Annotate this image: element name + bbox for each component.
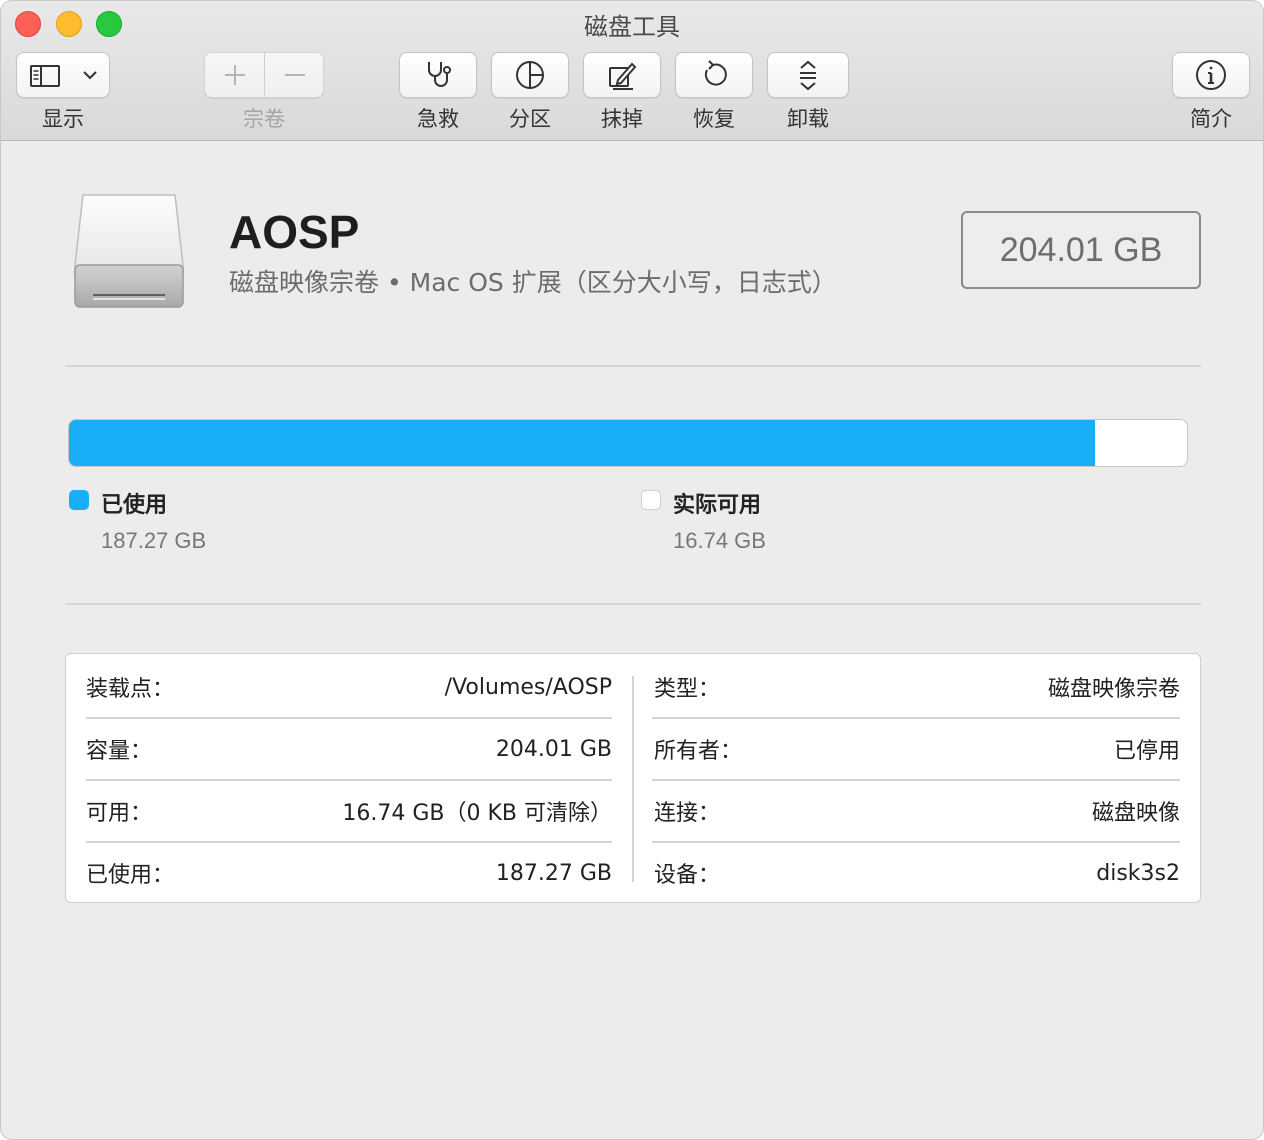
info-key: 设备： <box>654 863 721 888</box>
disk-utility-window: 磁盘工具 显示 宗卷 急救 分区 抹掉 恢复 卸载 简介 AOSP 磁盘映像宗卷… <box>0 0 1264 1140</box>
used-legend-label: 已使用 <box>101 493 168 518</box>
info-label: 简介 <box>1190 107 1232 131</box>
info-value: 204.01 GB <box>495 736 612 762</box>
info-key: 连接： <box>654 801 721 826</box>
info-value: disk3s2 <box>1096 860 1180 886</box>
chevron-down-icon <box>81 67 99 87</box>
partition-label: 分区 <box>509 107 551 131</box>
erase-label: 抹掉 <box>601 107 643 131</box>
info-value: 16.74 GB（0 KB 可清除） <box>342 801 612 826</box>
divider <box>65 365 1201 367</box>
info-row-type: 类型： 磁盘映像宗卷 <box>654 656 1180 718</box>
usage-bar-used-fill <box>69 420 1096 466</box>
info-key: 已使用： <box>86 863 175 888</box>
toolbar: 磁盘工具 显示 宗卷 急救 分区 抹掉 恢复 卸载 简介 <box>1 1 1263 141</box>
used-legend-value: 187.27 GB <box>101 528 207 553</box>
unmount-icon <box>800 60 816 91</box>
sidebar-icon <box>29 63 61 93</box>
unmount-button[interactable] <box>767 52 849 98</box>
view-button[interactable] <box>16 52 110 98</box>
restore-button[interactable] <box>675 52 753 98</box>
info-row-mount-point: 装载点： /Volumes/AOSP <box>86 656 612 718</box>
info-row-available: 可用： 16.74 GB（0 KB 可清除） <box>86 780 612 842</box>
volume-capacity-badge: 204.01 GB <box>961 211 1201 289</box>
info-value: 磁盘映像宗卷 <box>1047 677 1180 702</box>
info-value: /Volumes/AOSP <box>444 674 612 700</box>
info-row-device: 设备： disk3s2 <box>654 842 1180 904</box>
info-row-owners: 所有者： 已停用 <box>654 718 1180 780</box>
first-aid-label: 急救 <box>417 107 459 131</box>
volume-info-table: 装载点： /Volumes/AOSP 容量： 204.01 GB 可用： 16.… <box>65 653 1201 903</box>
external-drive-icon <box>73 191 185 311</box>
restore-icon <box>704 60 727 86</box>
info-key: 装载点： <box>86 677 175 702</box>
column-divider <box>632 676 634 882</box>
info-value: 187.27 GB <box>495 860 612 886</box>
info-row-used: 已使用： 187.27 GB <box>86 842 612 904</box>
unmount-label: 卸载 <box>787 107 829 131</box>
info-key: 所有者： <box>654 739 743 764</box>
info-key: 可用： <box>86 801 153 826</box>
add-volume-button[interactable] <box>205 53 264 97</box>
pie-partition-icon <box>516 61 544 89</box>
divider <box>65 603 1201 605</box>
info-key: 容量： <box>86 739 153 764</box>
minus-icon <box>285 74 305 76</box>
restore-label: 恢复 <box>693 107 735 131</box>
remove-volume-button[interactable] <box>265 53 325 97</box>
used-legend-swatch <box>69 490 89 510</box>
volume-label: 宗卷 <box>243 107 285 131</box>
info-value: 磁盘映像 <box>1091 801 1180 826</box>
info-icon <box>1196 60 1226 90</box>
erase-icon <box>609 62 637 90</box>
info-value: 已停用 <box>1113 739 1180 764</box>
info-key: 类型： <box>654 677 721 702</box>
info-row-capacity: 容量： 204.01 GB <box>86 718 612 780</box>
info-row-connection: 连接： 磁盘映像 <box>654 780 1180 842</box>
volume-name: AOSP <box>229 206 360 258</box>
stethoscope-icon <box>428 62 451 87</box>
first-aid-button[interactable] <box>399 52 477 98</box>
free-legend-label: 实际可用 <box>673 493 762 518</box>
volume-segmented-control <box>204 52 324 98</box>
usage-bar <box>68 419 1188 467</box>
free-legend-value: 16.74 GB <box>673 528 766 553</box>
window-title: 磁盘工具 <box>584 13 680 41</box>
info-button[interactable] <box>1172 52 1250 98</box>
partition-button[interactable] <box>491 52 569 98</box>
free-legend-swatch <box>641 490 661 510</box>
plus-icon <box>224 65 245 85</box>
volume-subtitle: 磁盘映像宗卷 • Mac OS 扩展（区分大小写，日志式） <box>229 268 837 297</box>
view-label: 显示 <box>42 107 84 131</box>
erase-button[interactable] <box>583 52 661 98</box>
